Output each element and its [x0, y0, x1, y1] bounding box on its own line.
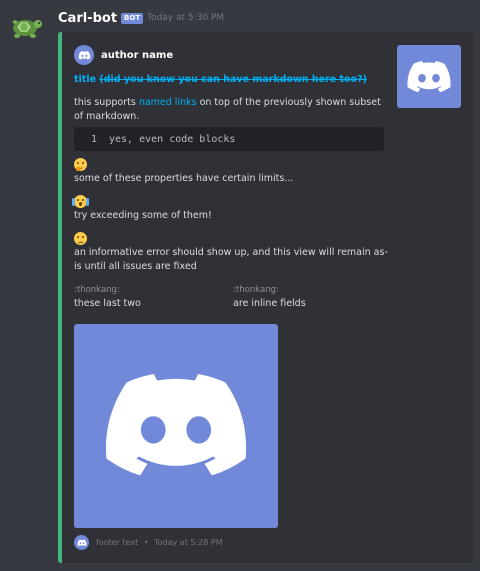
- line-text: some of these properties have certain li…: [74, 173, 294, 184]
- author-name: author name: [101, 49, 174, 61]
- field-value: are inline fields: [233, 298, 306, 309]
- embed-line-1: some of these properties have certain li…: [74, 158, 388, 186]
- turtle-icon[interactable]: [9, 12, 43, 40]
- discord-logo-icon: [74, 535, 89, 550]
- embed-thumbnail[interactable]: [397, 45, 461, 108]
- thinking-emoji-icon: [74, 158, 87, 171]
- discord-logo-icon: [74, 45, 94, 65]
- embed-color-bar: [58, 32, 62, 563]
- scream-emoji-icon: [72, 195, 89, 208]
- inline-field-2: :thonkang: are inline fields: [233, 283, 306, 311]
- message-timestamp: Today at 5:30 PM: [147, 13, 225, 23]
- embed-footer: footer text • Today at 5:28 PM: [74, 535, 223, 550]
- embed-image[interactable]: [74, 324, 278, 528]
- embed-description: this supports named links on top of the …: [74, 96, 388, 124]
- bot-badge: BOT: [121, 12, 144, 24]
- line-text: try exceeding some of them!: [74, 210, 212, 221]
- code-block: 1 yes, even code blocks: [74, 127, 384, 151]
- embed-line-2: try exceeding some of them!: [72, 195, 388, 223]
- confused-emoji-icon: [74, 232, 87, 245]
- footer-text: footer text • Today at 5:28 PM: [96, 538, 223, 547]
- description-text-before: this supports: [74, 97, 139, 108]
- code-text: yes, even code blocks: [109, 133, 236, 145]
- code-line-number: 1: [90, 133, 97, 145]
- message-header: Carl-bot BOT Today at 5:30 PM: [58, 9, 224, 27]
- inline-field-1: :thonkang: these last two: [74, 283, 141, 311]
- embed: author name title (did you know you can …: [58, 32, 473, 563]
- embed-title[interactable]: title (did you know you can have markdow…: [74, 74, 367, 85]
- username[interactable]: Carl-bot: [58, 11, 117, 26]
- field-name: :thonkang:: [233, 285, 279, 295]
- footer-separator: •: [143, 538, 149, 547]
- field-name: :thonkang:: [74, 285, 120, 295]
- field-value: these last two: [74, 298, 141, 309]
- discord-logo-icon: [405, 53, 453, 101]
- title-strikethrough-text: (did you know you can have markdown here…: [99, 74, 367, 85]
- line-text: an informative error should show up, and…: [74, 247, 388, 272]
- footer-timestamp: Today at 5:28 PM: [154, 538, 223, 547]
- named-link[interactable]: named links: [139, 97, 197, 108]
- discord-logo-icon: [98, 348, 254, 504]
- embed-line-3: an informative error should show up, and…: [74, 232, 388, 274]
- footer-label: footer text: [96, 538, 139, 547]
- title-text: title: [74, 74, 97, 85]
- embed-author: author name: [74, 45, 173, 65]
